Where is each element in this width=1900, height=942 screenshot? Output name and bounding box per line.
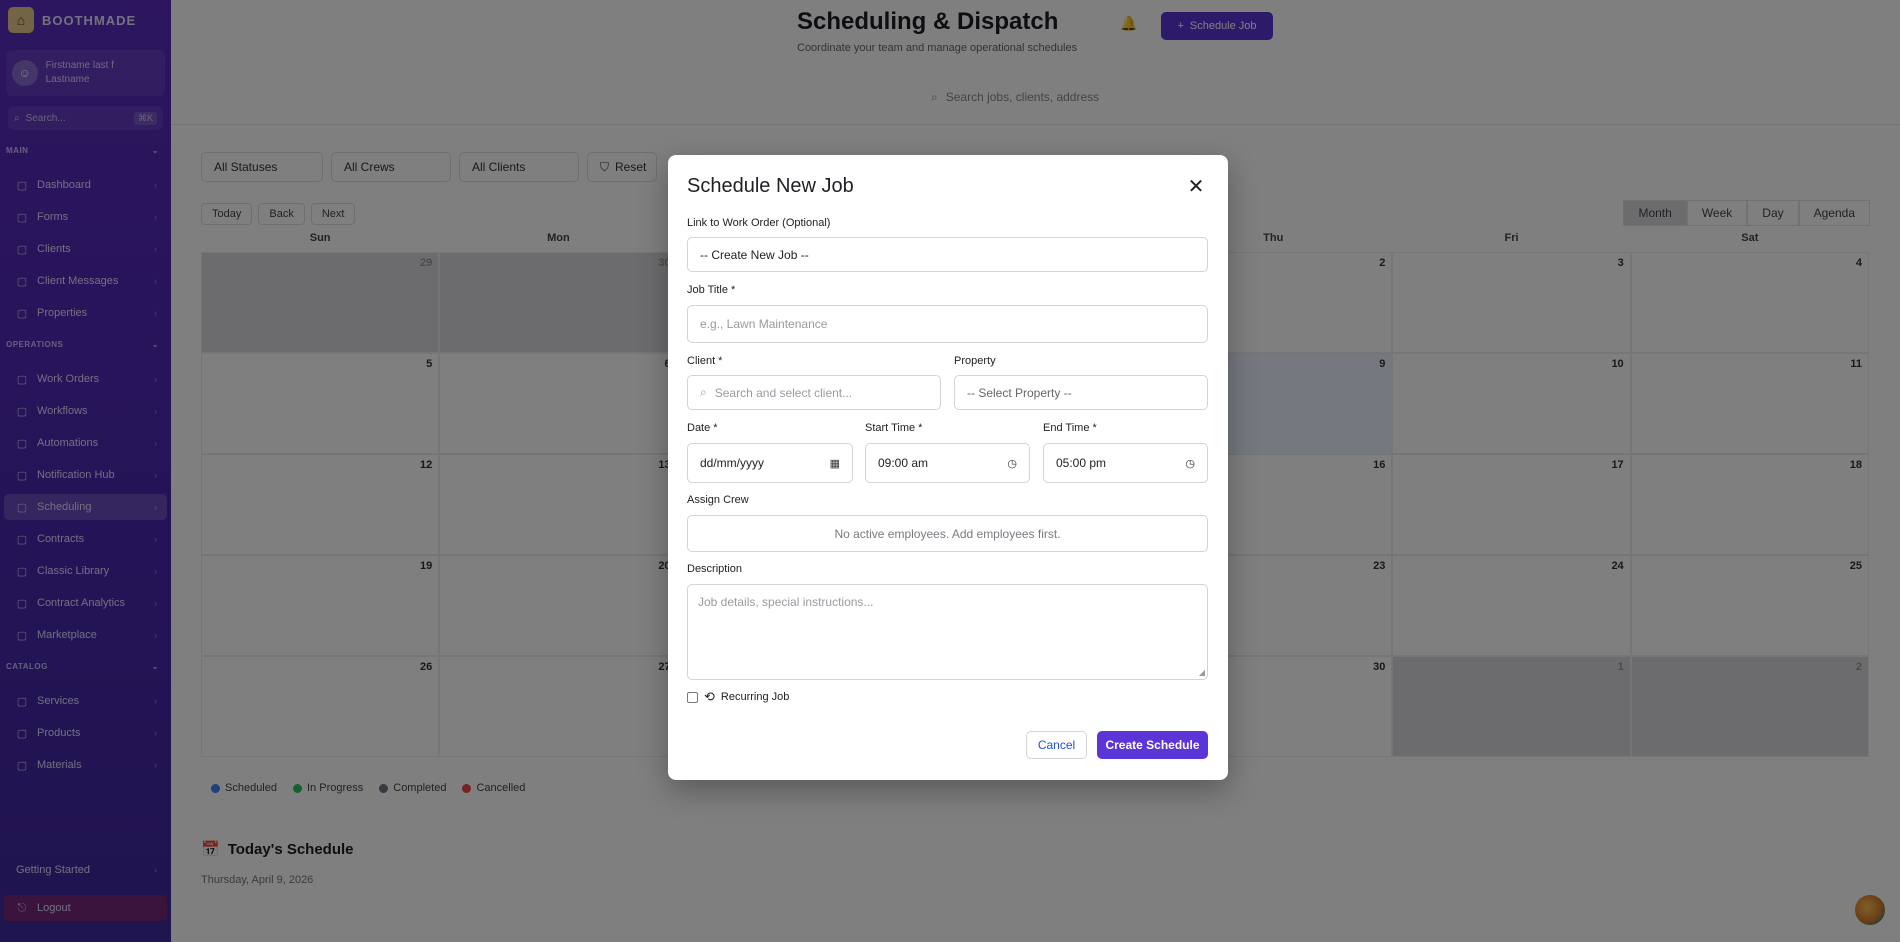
work-order-label: Link to Work Order (Optional) [687, 217, 831, 229]
description-label: Description [687, 563, 743, 575]
crew-empty-message: No active employees. Add employees first… [687, 515, 1208, 552]
property-select[interactable]: -- Select Property -- [954, 375, 1208, 410]
recurring-label: Recurring Job [720, 691, 790, 703]
cancel-button[interactable]: Cancel [1026, 731, 1087, 759]
create-schedule-button[interactable]: Create Schedule [1097, 731, 1208, 759]
end-time-input[interactable]: 05:00 pm ◷ [1043, 443, 1208, 483]
resize-handle-icon[interactable]: ◢ [1199, 668, 1205, 677]
calendar-picker-icon[interactable]: ▦ [830, 457, 840, 470]
property-label: Property [954, 355, 996, 367]
clock-icon[interactable]: ◷ [1185, 457, 1195, 470]
client-label: Client * [687, 355, 723, 367]
date-value: dd/mm/yyyy [700, 456, 765, 470]
job-title-input[interactable]: e.g., Lawn Maintenance [687, 305, 1208, 343]
work-order-select[interactable]: -- Create New Job -- [687, 237, 1208, 272]
start-time-value: 09:00 am [878, 456, 929, 470]
modal-title: Schedule New Job [687, 175, 854, 197]
date-label: Date * [687, 422, 718, 434]
job-title-label: Job Title * [687, 284, 736, 296]
description-textarea[interactable]: Job details, special instructions... ◢ [687, 584, 1208, 680]
client-placeholder: Search and select client... [714, 385, 853, 400]
search-icon: ⌕ [700, 385, 707, 399]
job-title-placeholder: e.g., Lawn Maintenance [700, 317, 828, 331]
assign-crew-label: Assign Crew [687, 494, 749, 506]
end-time-label: End Time * [1043, 422, 1097, 434]
description-placeholder: Job details, special instructions... [698, 595, 874, 609]
date-input[interactable]: dd/mm/yyyy ▦ [687, 443, 853, 483]
start-time-input[interactable]: 09:00 am ◷ [865, 443, 1030, 483]
recurring-checkbox[interactable] [687, 691, 698, 703]
repeat-icon: ⟲ [704, 689, 715, 704]
client-search-input[interactable]: ⌕ Search and select client... [687, 375, 941, 410]
schedule-job-modal: Schedule New Job ✕ Link to Work Order (O… [668, 155, 1228, 780]
start-time-label: Start Time * [865, 422, 923, 434]
clock-icon[interactable]: ◷ [1007, 457, 1017, 470]
property-value: -- Select Property -- [967, 385, 1072, 400]
recurring-job-toggle: ⟲ Recurring Job [687, 689, 789, 705]
end-time-value: 05:00 pm [1056, 456, 1107, 470]
close-icon[interactable]: ✕ [1186, 177, 1206, 197]
